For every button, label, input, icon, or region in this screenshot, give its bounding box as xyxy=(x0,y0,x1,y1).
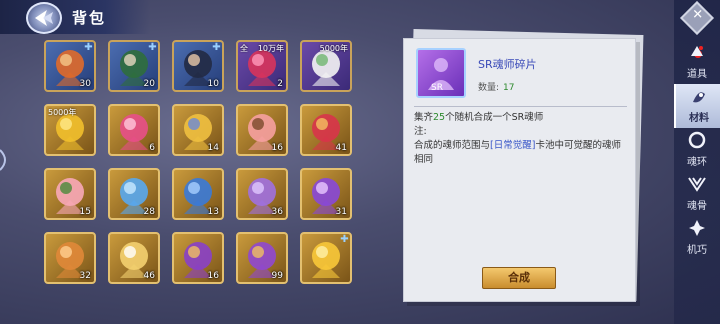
tab-label: 魂骨 xyxy=(687,201,707,212)
item-slot-peach-blossom-branch[interactable]: 16 xyxy=(236,104,288,156)
item-count: 16 xyxy=(207,271,219,281)
tab-material[interactable]: 材料 xyxy=(674,84,720,128)
item-tag: 全 xyxy=(240,44,248,53)
item-count: 14 xyxy=(207,143,219,153)
item-slot-white-lily[interactable]: 5000年 xyxy=(300,40,352,92)
back-arrow-icon xyxy=(35,10,53,26)
item-slot-red-gem-ring[interactable]: 41 xyxy=(300,104,352,156)
item-grid: ✚ 30 ✚ 20 ✚ 10 全 10万年 2 5000年 5000年 6 14 16 4… xyxy=(38,38,358,324)
item-slot-gold-fragment[interactable]: ✚ xyxy=(300,232,352,284)
item-count: 99 xyxy=(271,271,283,281)
close-button[interactable] xyxy=(680,1,714,35)
item-slot-gift-box[interactable]: 6 xyxy=(108,104,160,156)
tab-label: 材料 xyxy=(689,113,709,124)
plus-icon: ✚ xyxy=(148,42,157,53)
item-slot-red-flower[interactable]: 全 10万年 2 xyxy=(236,40,288,92)
item-count: 16 xyxy=(271,143,283,153)
right-nav: 道具 材料 魂环 魂骨 机巧 xyxy=(674,0,720,324)
sr-fragment-icon: SR xyxy=(416,48,466,98)
tab-soul-ring[interactable]: 魂环 xyxy=(674,128,720,172)
soul-ring-icon xyxy=(688,131,706,149)
tab-prop[interactable]: 道具 xyxy=(674,40,720,84)
page-title: 背包 xyxy=(72,9,107,27)
back-button[interactable] xyxy=(26,2,62,34)
item-count: 41 xyxy=(335,143,347,153)
tab-soul-bone[interactable]: 魂骨 xyxy=(674,172,720,216)
item-count: 28 xyxy=(143,207,155,217)
item-count: 32 xyxy=(79,271,91,281)
item-description: 集齐25个随机合成一个SR魂师 注: 合成的魂师范围与[日常觉醒]卡池中可觉醒的… xyxy=(414,111,629,167)
plus-icon: ✚ xyxy=(84,42,93,53)
item-age-tag: 10万年 xyxy=(257,44,284,53)
item-name: SR魂师碎片 xyxy=(478,58,537,71)
tab-label: 道具 xyxy=(687,69,707,80)
item-slot-golden-bow[interactable]: 46 xyxy=(108,232,160,284)
item-count: 10 xyxy=(207,79,219,89)
item-count: 46 xyxy=(143,271,155,281)
item-age-tag: 5000年 xyxy=(319,44,348,53)
item-count: 36 xyxy=(271,207,283,217)
item-quantity: 数量: 17 xyxy=(478,80,515,93)
item-detail-panel: SR SR魂师碎片 数量: 17 集齐25个随机合成一个SR魂师 注: 合成的魂师… xyxy=(403,38,636,302)
left-decoration xyxy=(0,140,12,180)
item-slot-golden-ring[interactable]: 14 xyxy=(172,104,224,156)
compose-button[interactable]: 合成 xyxy=(482,267,556,289)
plus-icon: ✚ xyxy=(212,42,221,53)
material-icon xyxy=(693,92,705,103)
qty-label: 数量: xyxy=(478,83,500,93)
desc-suffix: 个随机合成一个SR魂师 xyxy=(445,112,544,123)
item-slot-dark-hair-warrior[interactable]: ✚ 10 xyxy=(172,40,224,92)
tab-gadget[interactable]: 机巧 xyxy=(674,216,720,260)
item-slot-blue-crystal-small[interactable]: 13 xyxy=(172,168,224,220)
item-count: 2 xyxy=(277,79,283,89)
svg-text:SR: SR xyxy=(431,83,443,93)
desc-prefix: 集齐 xyxy=(414,112,434,123)
item-count: 6 xyxy=(149,143,155,153)
item-slot-orange-hair-warrior[interactable]: ✚ 30 xyxy=(44,40,96,92)
note-label: 注: xyxy=(414,126,427,137)
item-slot-chrysanthemum[interactable]: 5000年 xyxy=(44,104,96,156)
item-tag: 5000年 xyxy=(48,108,77,117)
item-slot-pink-flower[interactable]: 15 xyxy=(44,168,96,220)
item-slot-purple-flower[interactable]: 36 xyxy=(236,168,288,220)
divider xyxy=(414,106,627,107)
item-count: 31 xyxy=(335,207,347,217)
desc-number: 25 xyxy=(433,112,446,123)
item-count: 15 xyxy=(79,207,91,217)
item-slot-orange-coins[interactable]: 32 xyxy=(44,232,96,284)
item-slot-purple-scroll-a[interactable]: 16 xyxy=(172,232,224,284)
tab-label: 机巧 xyxy=(687,245,707,256)
soul-bone-icon xyxy=(688,177,706,192)
tab-label: 魂环 xyxy=(687,157,707,168)
plus-icon: ✚ xyxy=(340,234,349,245)
item-count: 20 xyxy=(143,79,155,89)
title-bar: 背包 xyxy=(0,0,150,34)
item-slot-purple-crystal[interactable]: 31 xyxy=(300,168,352,220)
item-slot-blue-crystal-large[interactable]: 28 xyxy=(108,168,160,220)
note-text-1: 合成的魂师范围与 xyxy=(414,140,491,151)
item-count: 13 xyxy=(207,207,219,217)
item-count: 30 xyxy=(79,79,91,89)
prop-icon xyxy=(691,46,703,56)
note-link: [日常觉醒] xyxy=(490,140,536,151)
gadget-icon xyxy=(689,220,705,236)
item-slot-green-hair-warrior[interactable]: ✚ 20 xyxy=(108,40,160,92)
item-slot-purple-scroll-b[interactable]: 99 xyxy=(236,232,288,284)
qty-value: 17 xyxy=(503,83,515,93)
